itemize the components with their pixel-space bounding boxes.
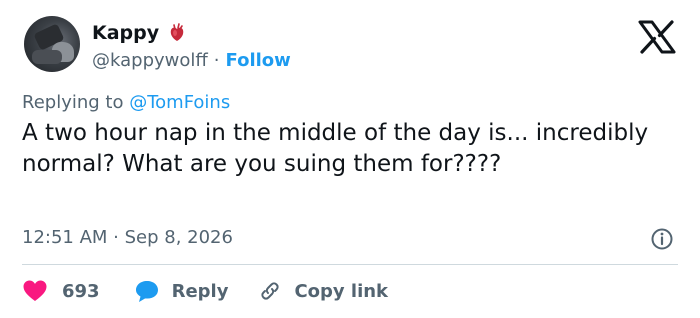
copy-link-label: Copy link [294,280,389,302]
author-name-row: Kappy [92,20,187,46]
copy-link-button[interactable]: Copy link [258,279,388,303]
tweet-timestamp[interactable]: 12:51 AM · Sep 8, 2026 [22,227,233,248]
reply-button[interactable]: Reply [134,279,229,303]
tweet-actions: 693 Reply Copy link [22,276,388,306]
reply-label: Reply [171,280,229,302]
avatar[interactable] [24,16,80,72]
x-logo-icon[interactable] [638,20,676,54]
author-handle-row: @kappywolff · Follow [92,47,291,73]
heart-icon [23,280,47,301]
reply-mention-link[interactable]: @TomFoins [129,92,230,113]
reply-context: Replying to @TomFoins [22,92,230,113]
anatomical-heart-icon [170,23,184,41]
separator-dot: · [213,49,220,71]
divider [22,264,678,265]
like-button[interactable]: 693 [22,279,100,303]
tweet-text: A two hour nap in the middle of the day … [22,120,649,177]
author-handle[interactable]: @kappywolff [92,50,208,71]
like-count: 693 [62,280,100,302]
avatar-shape [32,50,62,64]
speech-bubble-icon [135,281,158,302]
author-display-name[interactable]: Kappy [92,22,159,44]
link-icon [261,282,280,300]
info-icon[interactable] [650,227,674,251]
reply-context-prefix: Replying to [22,92,124,113]
follow-button[interactable]: Follow [226,50,291,71]
